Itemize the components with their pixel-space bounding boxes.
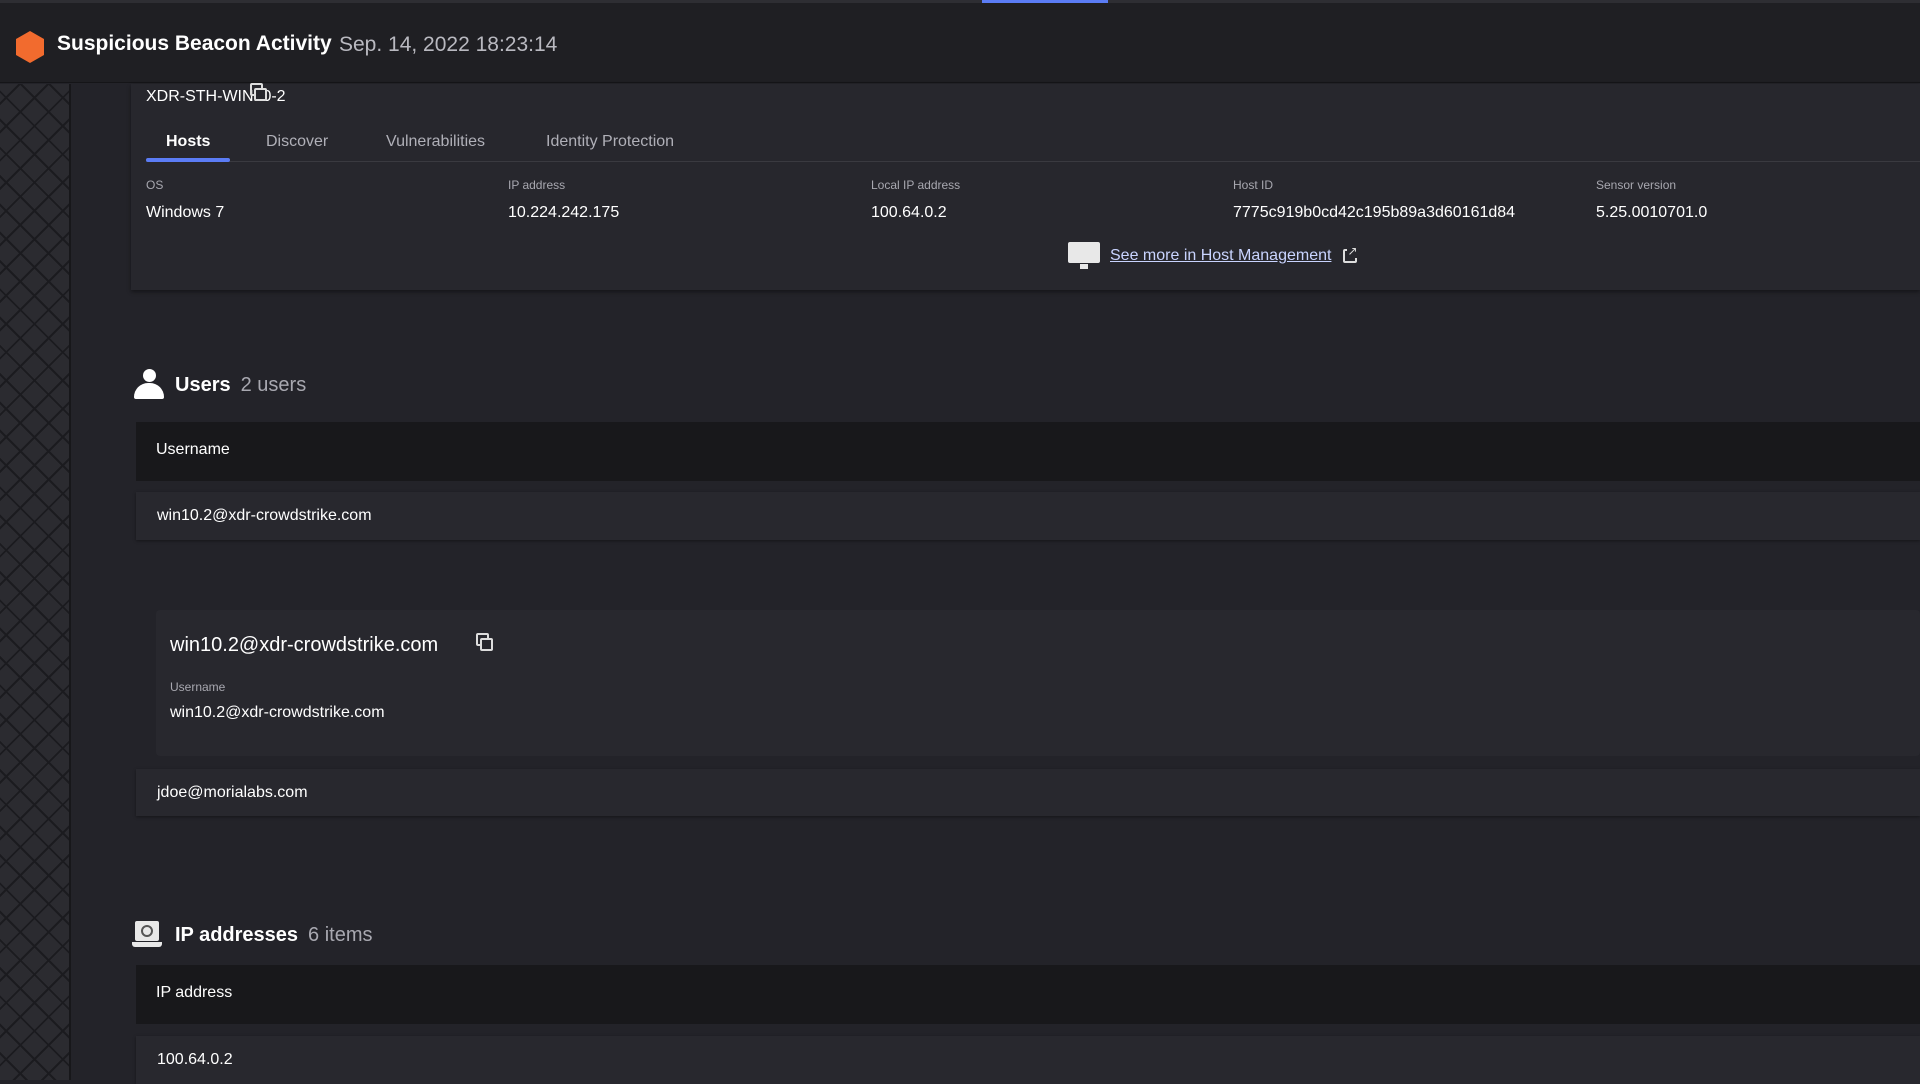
ip-table-header[interactable]: IP address — [136, 965, 1920, 1024]
table-row[interactable]: jdoe@morialabs.com — [136, 769, 1920, 816]
active-tab-indicator — [146, 158, 230, 162]
monitor-icon — [1068, 242, 1100, 270]
field-host-id: Host ID 7775c919b0cd42c195b89a3d60161d84 — [1233, 178, 1515, 222]
severity-hexagon-icon — [16, 31, 44, 63]
field-label: Host ID — [1233, 178, 1274, 192]
users-table-header[interactable]: Username — [136, 422, 1920, 481]
tab-identity-protection[interactable]: Identity Protection — [546, 133, 674, 151]
field-label: IP address — [508, 178, 566, 192]
field-label: Sensor version — [1596, 178, 1677, 192]
tab-discover[interactable]: Discover — [266, 133, 328, 151]
detection-header: Suspicious Beacon Activity Sep. 14, 2022… — [0, 3, 1920, 83]
ip-section-header: IP addresses 6 items — [132, 921, 373, 949]
field-value: 10.224.242.175 — [508, 204, 620, 221]
table-row[interactable]: 100.64.0.2 — [136, 1036, 1920, 1084]
copy-icon[interactable] — [476, 633, 493, 651]
pattern-sidebar — [0, 84, 71, 1080]
user-icon — [134, 369, 164, 401]
user-detail-panel: win10.2@xdr-crowdstrike.com Username win… — [156, 610, 1920, 756]
user-detail-title: win10.2@xdr-crowdstrike.com — [170, 634, 439, 656]
field-ip-address: IP address 10.224.242.175 — [508, 178, 619, 222]
section-count: 2 users — [240, 373, 307, 396]
copy-icon[interactable] — [250, 83, 267, 101]
user-detail-value: win10.2@xdr-crowdstrike.com — [170, 704, 385, 721]
field-sensor-version: Sensor version 5.25.0010701.0 — [1596, 178, 1707, 222]
tab-vulnerabilities[interactable]: Vulnerabilities — [386, 133, 485, 151]
section-title: Users — [175, 373, 231, 396]
field-value: 7775c919b0cd42c195b89a3d60161d84 — [1233, 204, 1516, 221]
user-detail-label: Username — [170, 680, 226, 694]
detection-title: Suspicious Beacon Activity — [57, 32, 332, 55]
host-tabs: Hosts Discover Vulnerabilities Identity … — [146, 124, 1920, 162]
field-value: 5.25.0010701.0 — [1596, 204, 1708, 221]
table-row[interactable]: win10.2@xdr-crowdstrike.com — [136, 492, 1920, 540]
host-management-link[interactable]: See more in Host Management — [1068, 242, 1358, 270]
external-link-icon — [1343, 244, 1358, 263]
field-label: Local IP address — [871, 178, 961, 192]
detection-timestamp: Sep. 14, 2022 18:23:14 — [339, 33, 558, 56]
field-value: Windows 7 — [146, 204, 225, 221]
field-label: OS — [146, 178, 164, 192]
section-title: IP addresses — [175, 923, 299, 946]
tab-hosts[interactable]: Hosts — [166, 133, 210, 151]
network-laptop-icon — [132, 921, 162, 949]
field-os: OS Windows 7 — [146, 178, 224, 222]
host-card: XDR-STH-WIN10-2 Hosts Discover Vulnerabi… — [131, 83, 1920, 290]
see-more-link[interactable]: See more in Host Management — [1110, 247, 1331, 265]
users-section-header: Users 2 users — [134, 369, 306, 401]
section-count: 6 items — [308, 923, 373, 946]
field-local-ip: Local IP address 100.64.0.2 — [871, 178, 960, 222]
field-value: 100.64.0.2 — [871, 204, 947, 221]
